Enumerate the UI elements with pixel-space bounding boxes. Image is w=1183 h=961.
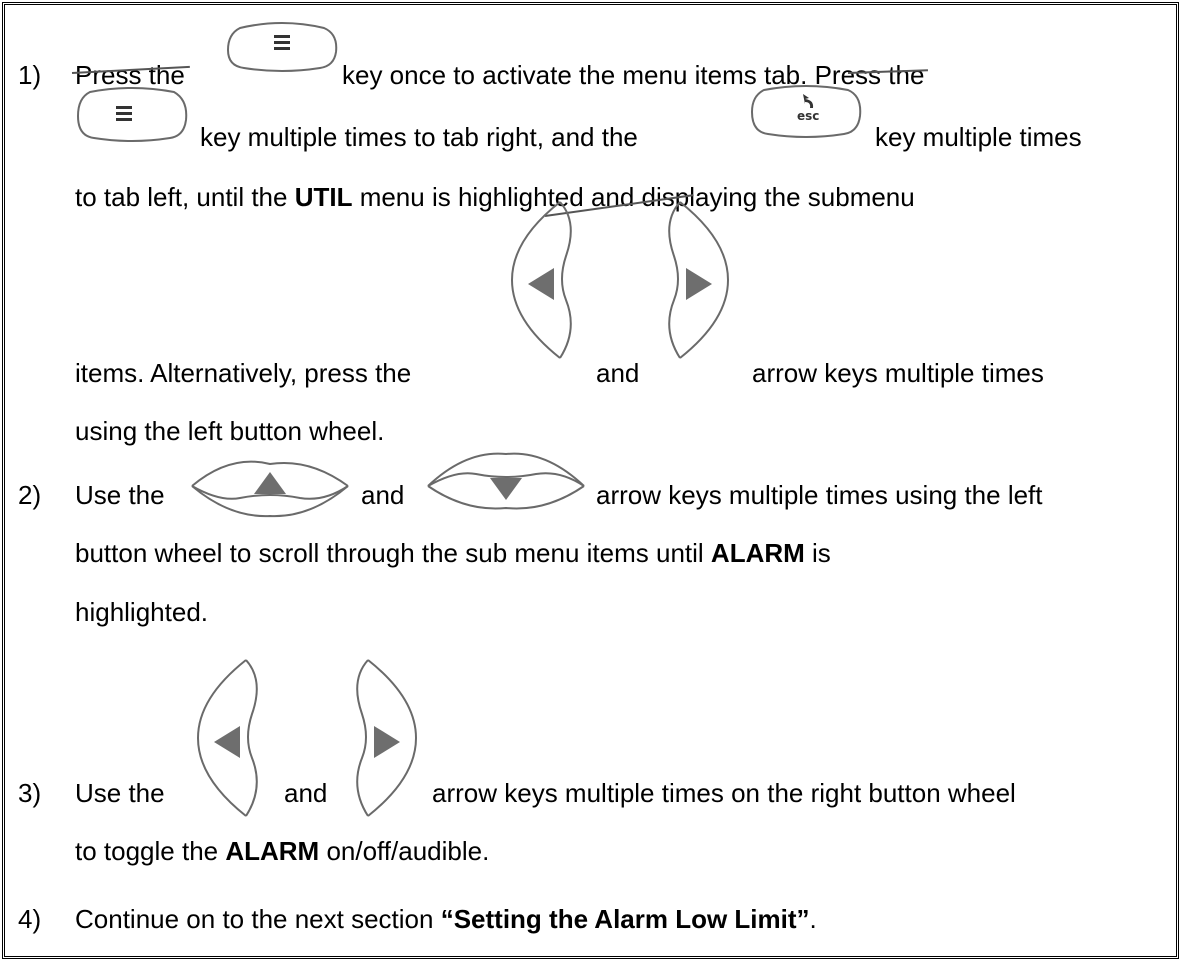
step-1-text-tab-right: key multiple times to tab right, and the (200, 122, 638, 152)
step-2-text-use-the: Use the (75, 480, 165, 510)
step-3-text-onoff: on/off/audible. (319, 836, 490, 866)
step-1-text-arrow-keys: arrow keys multiple times (752, 358, 1044, 388)
step-1-text-key-multiple: key multiple times (875, 122, 1082, 152)
left-arrow-icon (510, 201, 572, 359)
right-arrow-icon (356, 659, 418, 817)
menu-key-button-2 (76, 87, 188, 144)
right-arrow-key-2 (348, 658, 418, 818)
down-arrow-key (426, 452, 586, 510)
step-2-text-button-wheel: button wheel to scroll through the sub m… (75, 538, 711, 568)
esc-back-icon: esc (750, 85, 862, 138)
step-4-period: . (809, 904, 817, 934)
step-2-text-and: and (361, 480, 405, 510)
step-1-text-tab-left: to tab left, until the (75, 182, 295, 212)
alarm-label: ALARM (710, 538, 805, 568)
step-1-number: 1) (18, 60, 42, 90)
step-2-text-arrow-keys: arrow keys multiple times using the left (596, 480, 1043, 510)
step-4-line: Continue on to the next section “Setting… (75, 904, 817, 934)
step-2-text-highlighted: highlighted. (75, 597, 208, 627)
menu-key-button (226, 22, 338, 74)
esc-key-button: esc (750, 84, 862, 140)
step-1-text-press-the: Press the (75, 60, 185, 90)
left-arrow-icon (196, 659, 258, 817)
step-3-text-and: and (284, 778, 328, 808)
step-4-number: 4) (18, 904, 42, 934)
step-2-text-is: is (804, 538, 831, 568)
svg-text:esc: esc (797, 109, 819, 123)
step-3-text-arrow-keys: arrow keys multiple times on the right b… (432, 778, 1016, 808)
left-arrow-key (510, 200, 580, 360)
section-link-text: “Setting the Alarm Low Limit” (440, 904, 810, 934)
step-3-number: 3) (18, 778, 42, 808)
up-arrow-key (190, 460, 350, 520)
step-3-text-use-the: Use the (75, 778, 165, 808)
step-1-text-and: and (596, 358, 640, 388)
step-3-text-toggle: to toggle the (75, 836, 226, 866)
step-2-number: 2) (18, 480, 42, 510)
menu-icon (76, 87, 188, 142)
down-arrow-icon (427, 452, 585, 510)
step-1-line-util: to tab left, until the UTIL menu is high… (75, 182, 915, 212)
step-3-line-toggle: to toggle the ALARM on/off/audible. (75, 836, 489, 866)
menu-key-icon (226, 22, 338, 72)
step-1-text-alternatively: items. Alternatively, press the (75, 358, 412, 388)
right-arrow-icon (668, 201, 730, 359)
alarm-label-2: ALARM (225, 836, 320, 866)
right-arrow-key (660, 200, 730, 360)
up-arrow-icon (191, 460, 349, 518)
step-1-text-highlighted: menu is highlighted and displaying the s… (352, 182, 915, 212)
step-4-text-continue: Continue on to the next section (75, 904, 441, 934)
util-menu-label: UTIL (294, 182, 353, 212)
step-2-line-alarm: button wheel to scroll through the sub m… (75, 538, 831, 568)
step-1-text-left-wheel: using the left button wheel. (75, 416, 385, 446)
left-arrow-key-2 (196, 658, 266, 818)
